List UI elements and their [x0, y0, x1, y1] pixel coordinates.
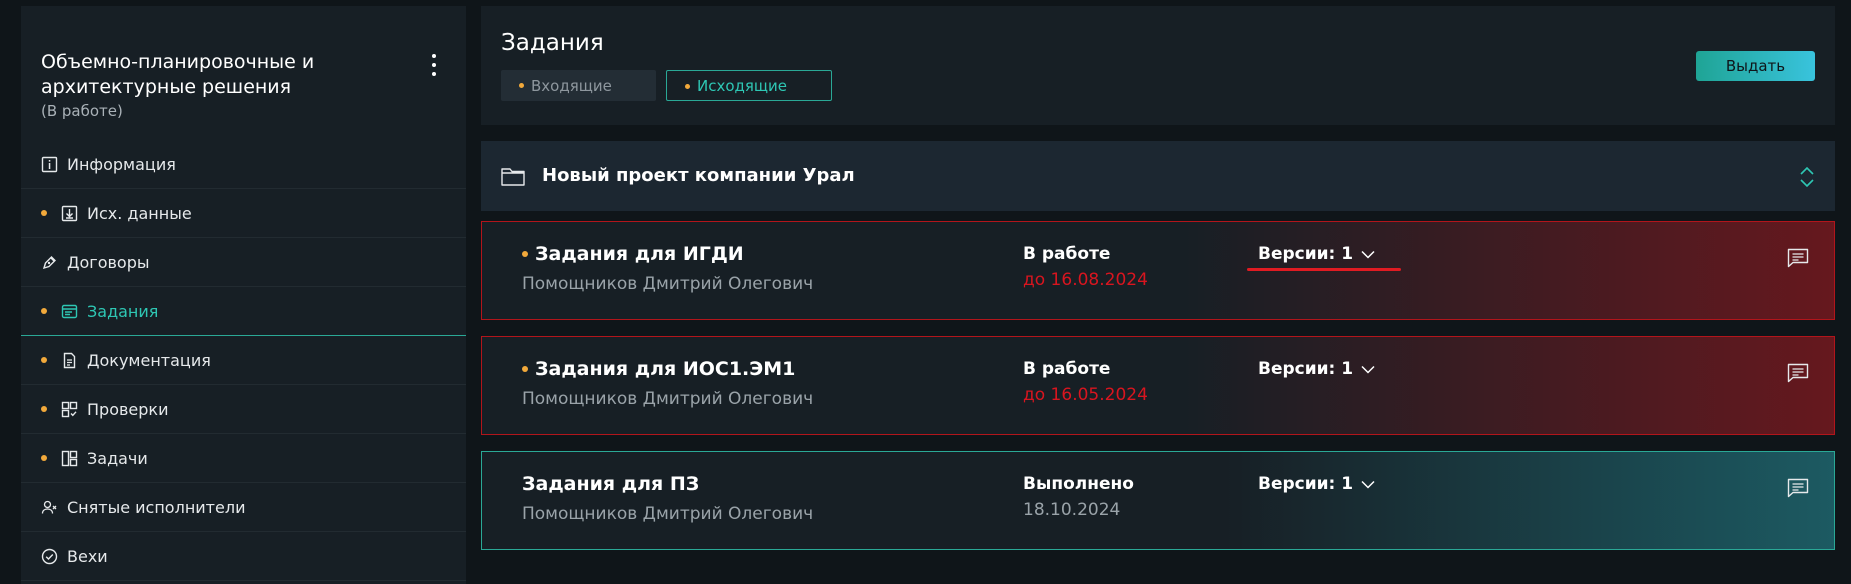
- sidebar: Объемно-планировочные и архитектурные ре…: [21, 6, 466, 584]
- notification-dot: [41, 357, 47, 363]
- board-icon: [61, 450, 78, 467]
- sidebar-item-contracts[interactable]: Договоры: [21, 238, 466, 287]
- versions-dropdown[interactable]: Версии: 1: [1258, 359, 1375, 379]
- sidebar-item-label: Договоры: [67, 252, 150, 272]
- tasks-header: Задания Входящие Исходящие Выдать: [481, 6, 1835, 125]
- task-card[interactable]: Задания для ИГДИ Помощников Дмитрий Олег…: [481, 221, 1835, 320]
- chevron-down-icon: [1361, 480, 1375, 489]
- sidebar-item-todo[interactable]: Задачи: [21, 434, 466, 483]
- annotation-underline: [1247, 268, 1401, 271]
- section-title: Объемно-планировочные и архитектурные ре…: [41, 51, 315, 98]
- notification-dot: [522, 366, 528, 372]
- chevron-down-icon: [1361, 365, 1375, 374]
- download-icon: [61, 205, 78, 222]
- user-remove-icon: [41, 499, 58, 516]
- project-group-header[interactable]: Новый проект компании Урал: [481, 141, 1835, 211]
- expand-collapse-icon[interactable]: [1799, 166, 1815, 188]
- sidebar-item-label: Задачи: [87, 448, 148, 468]
- task-card[interactable]: Задания для ИОС1.ЭМ1 Помощников Дмитрий …: [481, 336, 1835, 435]
- project-name: Новый проект компании Урал: [542, 165, 855, 186]
- sidebar-item-removed-performers[interactable]: Снятые исполнители: [21, 483, 466, 532]
- task-card[interactable]: Задания для ПЗ Помощников Дмитрий Олегов…: [481, 451, 1835, 550]
- sidebar-item-label: Информация: [67, 154, 176, 174]
- sidebar-item-milestones[interactable]: Вехи: [21, 532, 466, 581]
- notification-dot: [41, 308, 47, 314]
- sidebar-item-info[interactable]: Информация: [21, 140, 466, 189]
- task-name: Задания для ИОС1.ЭМ1: [535, 358, 796, 380]
- tab-outgoing[interactable]: Исходящие: [666, 70, 832, 101]
- tab-incoming[interactable]: Входящие: [501, 70, 656, 101]
- task-person: Помощников Дмитрий Олегович: [522, 389, 814, 409]
- sidebar-item-tasks[interactable]: Задания: [21, 287, 466, 336]
- notification-dot: [522, 251, 528, 257]
- check-circle-icon: [41, 548, 58, 565]
- section-status: (В работе): [41, 102, 123, 120]
- task-status: В работе: [1023, 244, 1111, 264]
- sidebar-item-checks[interactable]: Проверки: [21, 385, 466, 434]
- task-status: Выполнено: [1023, 474, 1134, 494]
- notification-dot: [41, 455, 47, 461]
- versions-label: Версии: 1: [1258, 474, 1354, 494]
- tasks-window-icon: [61, 303, 78, 320]
- grid-check-icon: [61, 401, 78, 418]
- task-name: Задания для ИГДИ: [535, 243, 744, 265]
- pen-icon: [41, 254, 58, 271]
- versions-dropdown[interactable]: Версии: 1: [1258, 474, 1375, 494]
- comment-icon[interactable]: [1787, 363, 1809, 383]
- sidebar-item-label: Исх. данные: [87, 203, 192, 223]
- folder-icon: [501, 168, 525, 186]
- sidebar-nav: Информация Исх. данные Договоры Задания: [21, 140, 466, 581]
- task-person: Помощников Дмитрий Олегович: [522, 274, 814, 294]
- sidebar-item-documentation[interactable]: Документация: [21, 336, 466, 385]
- task-name: Задания для ПЗ: [522, 473, 700, 495]
- versions-label: Версии: 1: [1258, 244, 1354, 264]
- task-deadline: до 16.08.2024: [1023, 270, 1148, 290]
- sidebar-item-label: Задания: [87, 301, 159, 321]
- notification-dot: [41, 406, 47, 412]
- versions-label: Версии: 1: [1258, 359, 1354, 379]
- tabs: Входящие Исходящие: [501, 70, 832, 101]
- task-status: В работе: [1023, 359, 1111, 379]
- more-options-icon[interactable]: [424, 52, 444, 78]
- task-deadline: до 16.05.2024: [1023, 385, 1148, 405]
- task-deadline: 18.10.2024: [1023, 500, 1121, 520]
- notification-dot: [41, 210, 47, 216]
- sidebar-item-label: Снятые исполнители: [67, 497, 246, 517]
- comment-icon[interactable]: [1787, 478, 1809, 498]
- document-icon: [61, 352, 78, 369]
- sidebar-item-label: Вехи: [67, 546, 108, 566]
- versions-dropdown[interactable]: Версии: 1: [1258, 244, 1375, 264]
- comment-icon[interactable]: [1787, 248, 1809, 268]
- section-header: Объемно-планировочные и архитектурные ре…: [41, 50, 441, 120]
- info-icon: [41, 156, 58, 173]
- issue-button[interactable]: Выдать: [1696, 51, 1815, 81]
- sidebar-item-source-data[interactable]: Исх. данные: [21, 189, 466, 238]
- sidebar-item-label: Документация: [87, 350, 211, 370]
- chevron-down-icon: [1361, 250, 1375, 259]
- sidebar-item-label: Проверки: [87, 399, 169, 419]
- task-person: Помощников Дмитрий Олегович: [522, 504, 814, 524]
- page-title: Задания: [501, 30, 604, 56]
